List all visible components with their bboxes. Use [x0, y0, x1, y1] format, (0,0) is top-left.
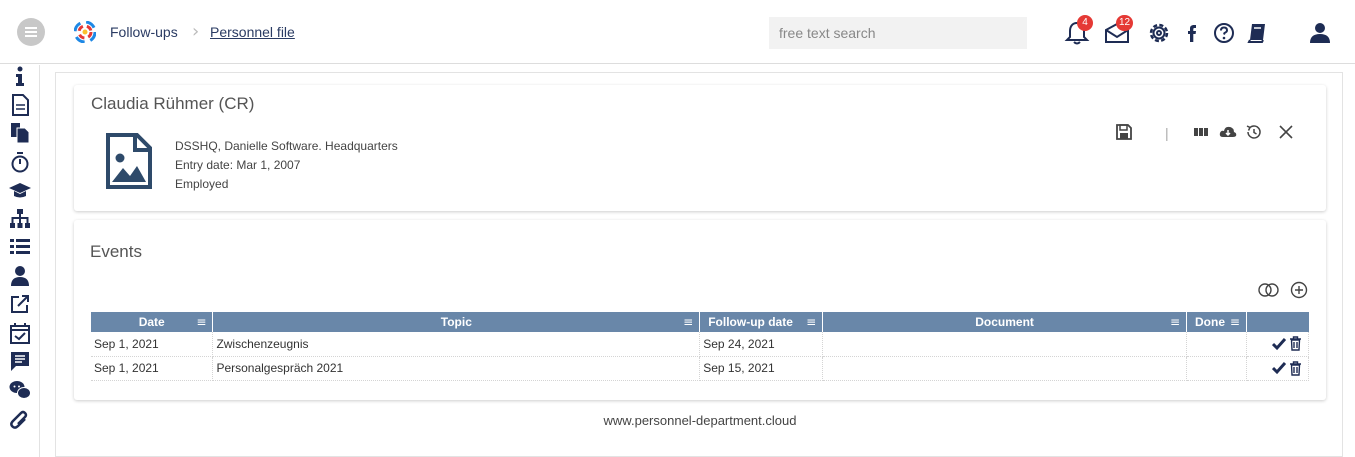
chat-icon[interactable]: [9, 379, 31, 401]
app-logo[interactable]: [74, 21, 96, 43]
history-icon[interactable]: [1245, 123, 1263, 141]
info-icon[interactable]: [9, 65, 31, 87]
calendar-check-icon[interactable]: [9, 322, 31, 344]
column-header-done[interactable]: Done ≡: [1186, 312, 1247, 332]
cloud-download-icon[interactable]: [1219, 123, 1237, 141]
notifications-badge: 4: [1077, 15, 1093, 31]
table-row[interactable]: Sep 1, 2021 Personalgespräch 2021 Sep 15…: [91, 356, 1310, 381]
comment-list-icon[interactable]: [9, 350, 31, 372]
column-header-follow-up-date[interactable]: Follow-up date ≡: [699, 312, 824, 332]
cell-document: [822, 332, 1187, 357]
save-icon[interactable]: [1115, 123, 1133, 141]
employee-status: Employed: [175, 177, 229, 191]
check-icon[interactable]: [1271, 361, 1286, 375]
person-icon[interactable]: [9, 265, 31, 287]
column-menu-icon[interactable]: ≡: [196, 315, 206, 329]
graduation-cap-icon[interactable]: [9, 179, 31, 201]
gear-icon[interactable]: [1146, 20, 1172, 46]
user-icon[interactable]: [1307, 20, 1333, 46]
breadcrumb-follow-ups[interactable]: Follow-ups: [110, 24, 178, 40]
search-input[interactable]: [769, 17, 1027, 49]
cell-actions: [1246, 356, 1310, 381]
cell-document: [822, 356, 1187, 381]
image-placeholder-icon[interactable]: [105, 132, 153, 190]
column-menu-icon[interactable]: ≡: [806, 315, 816, 329]
cell-follow-up-date: Sep 15, 2021: [699, 356, 824, 381]
column-header-date[interactable]: Date ≡: [91, 312, 214, 332]
toggle-icon[interactable]: [1258, 282, 1280, 298]
trash-icon[interactable]: [1289, 336, 1302, 352]
top-bar: Follow-ups › Personnel file 4 12: [0, 0, 1355, 64]
cell-done: [1186, 356, 1247, 381]
cell-follow-up-date: Sep 24, 2021: [699, 332, 824, 357]
column-header-actions: [1246, 312, 1309, 332]
events-table: Date ≡ Topic ≡ Follow-up date ≡ Document ≡ D…: [91, 312, 1310, 381]
breadcrumb-personnel-file[interactable]: Personnel file: [210, 24, 295, 40]
breadcrumb-separator: ›: [192, 21, 200, 42]
column-menu-icon[interactable]: ≡: [683, 315, 693, 329]
table-header-row: Date ≡ Topic ≡ Follow-up date ≡ Document ≡ D…: [91, 312, 1309, 332]
external-link-icon[interactable]: [9, 293, 31, 315]
menu-button[interactable]: [17, 18, 45, 46]
employee-company: DSSHQ, Danielle Software. Headquarters: [175, 139, 398, 153]
cell-date: Sep 1, 2021: [91, 356, 214, 381]
footer-link[interactable]: www.personnel-department.cloud: [0, 413, 1355, 428]
book-icon[interactable]: [1244, 20, 1270, 46]
facebook-icon[interactable]: [1179, 20, 1205, 46]
trash-icon[interactable]: [1289, 360, 1302, 376]
employee-name: Claudia Rühmer (CR): [91, 94, 255, 113]
help-icon[interactable]: [1211, 20, 1237, 46]
cell-date: Sep 1, 2021: [91, 332, 214, 357]
cell-topic: Zwischenzeugnis: [212, 332, 701, 357]
toolbar-separator: |: [1165, 125, 1169, 141]
cell-done: [1186, 332, 1247, 357]
org-chart-icon[interactable]: [9, 208, 31, 230]
events-card: Events Date ≡ Topic ≡ Follow-up date ≡ Docu…: [74, 220, 1326, 400]
employee-entry-date: Entry date: Mar 1, 2007: [175, 158, 301, 172]
column-header-document[interactable]: Document ≡: [822, 312, 1187, 332]
sidebar: [0, 65, 40, 457]
cell-topic: Personalgespräch 2021: [212, 356, 701, 381]
list-icon[interactable]: [9, 236, 31, 258]
documents-icon[interactable]: [9, 122, 31, 144]
column-menu-icon[interactable]: ≡: [1230, 315, 1240, 329]
employee-card: Claudia Rühmer (CR) DSSHQ, Danielle Soft…: [74, 85, 1326, 211]
column-menu-icon[interactable]: ≡: [1170, 315, 1180, 329]
table-row[interactable]: Sep 1, 2021 Zwischenzeugnis Sep 24, 2021: [91, 332, 1310, 357]
column-header-topic[interactable]: Topic ≡: [212, 312, 701, 332]
document-icon[interactable]: [9, 94, 31, 116]
stopwatch-icon[interactable]: [9, 151, 31, 173]
messages-badge: 12: [1116, 15, 1134, 31]
columns-icon[interactable]: [1192, 123, 1210, 141]
cell-actions: [1246, 332, 1310, 357]
close-icon[interactable]: [1277, 123, 1295, 141]
add-icon[interactable]: [1290, 281, 1308, 299]
events-title: Events: [90, 242, 142, 261]
check-icon[interactable]: [1271, 337, 1286, 351]
